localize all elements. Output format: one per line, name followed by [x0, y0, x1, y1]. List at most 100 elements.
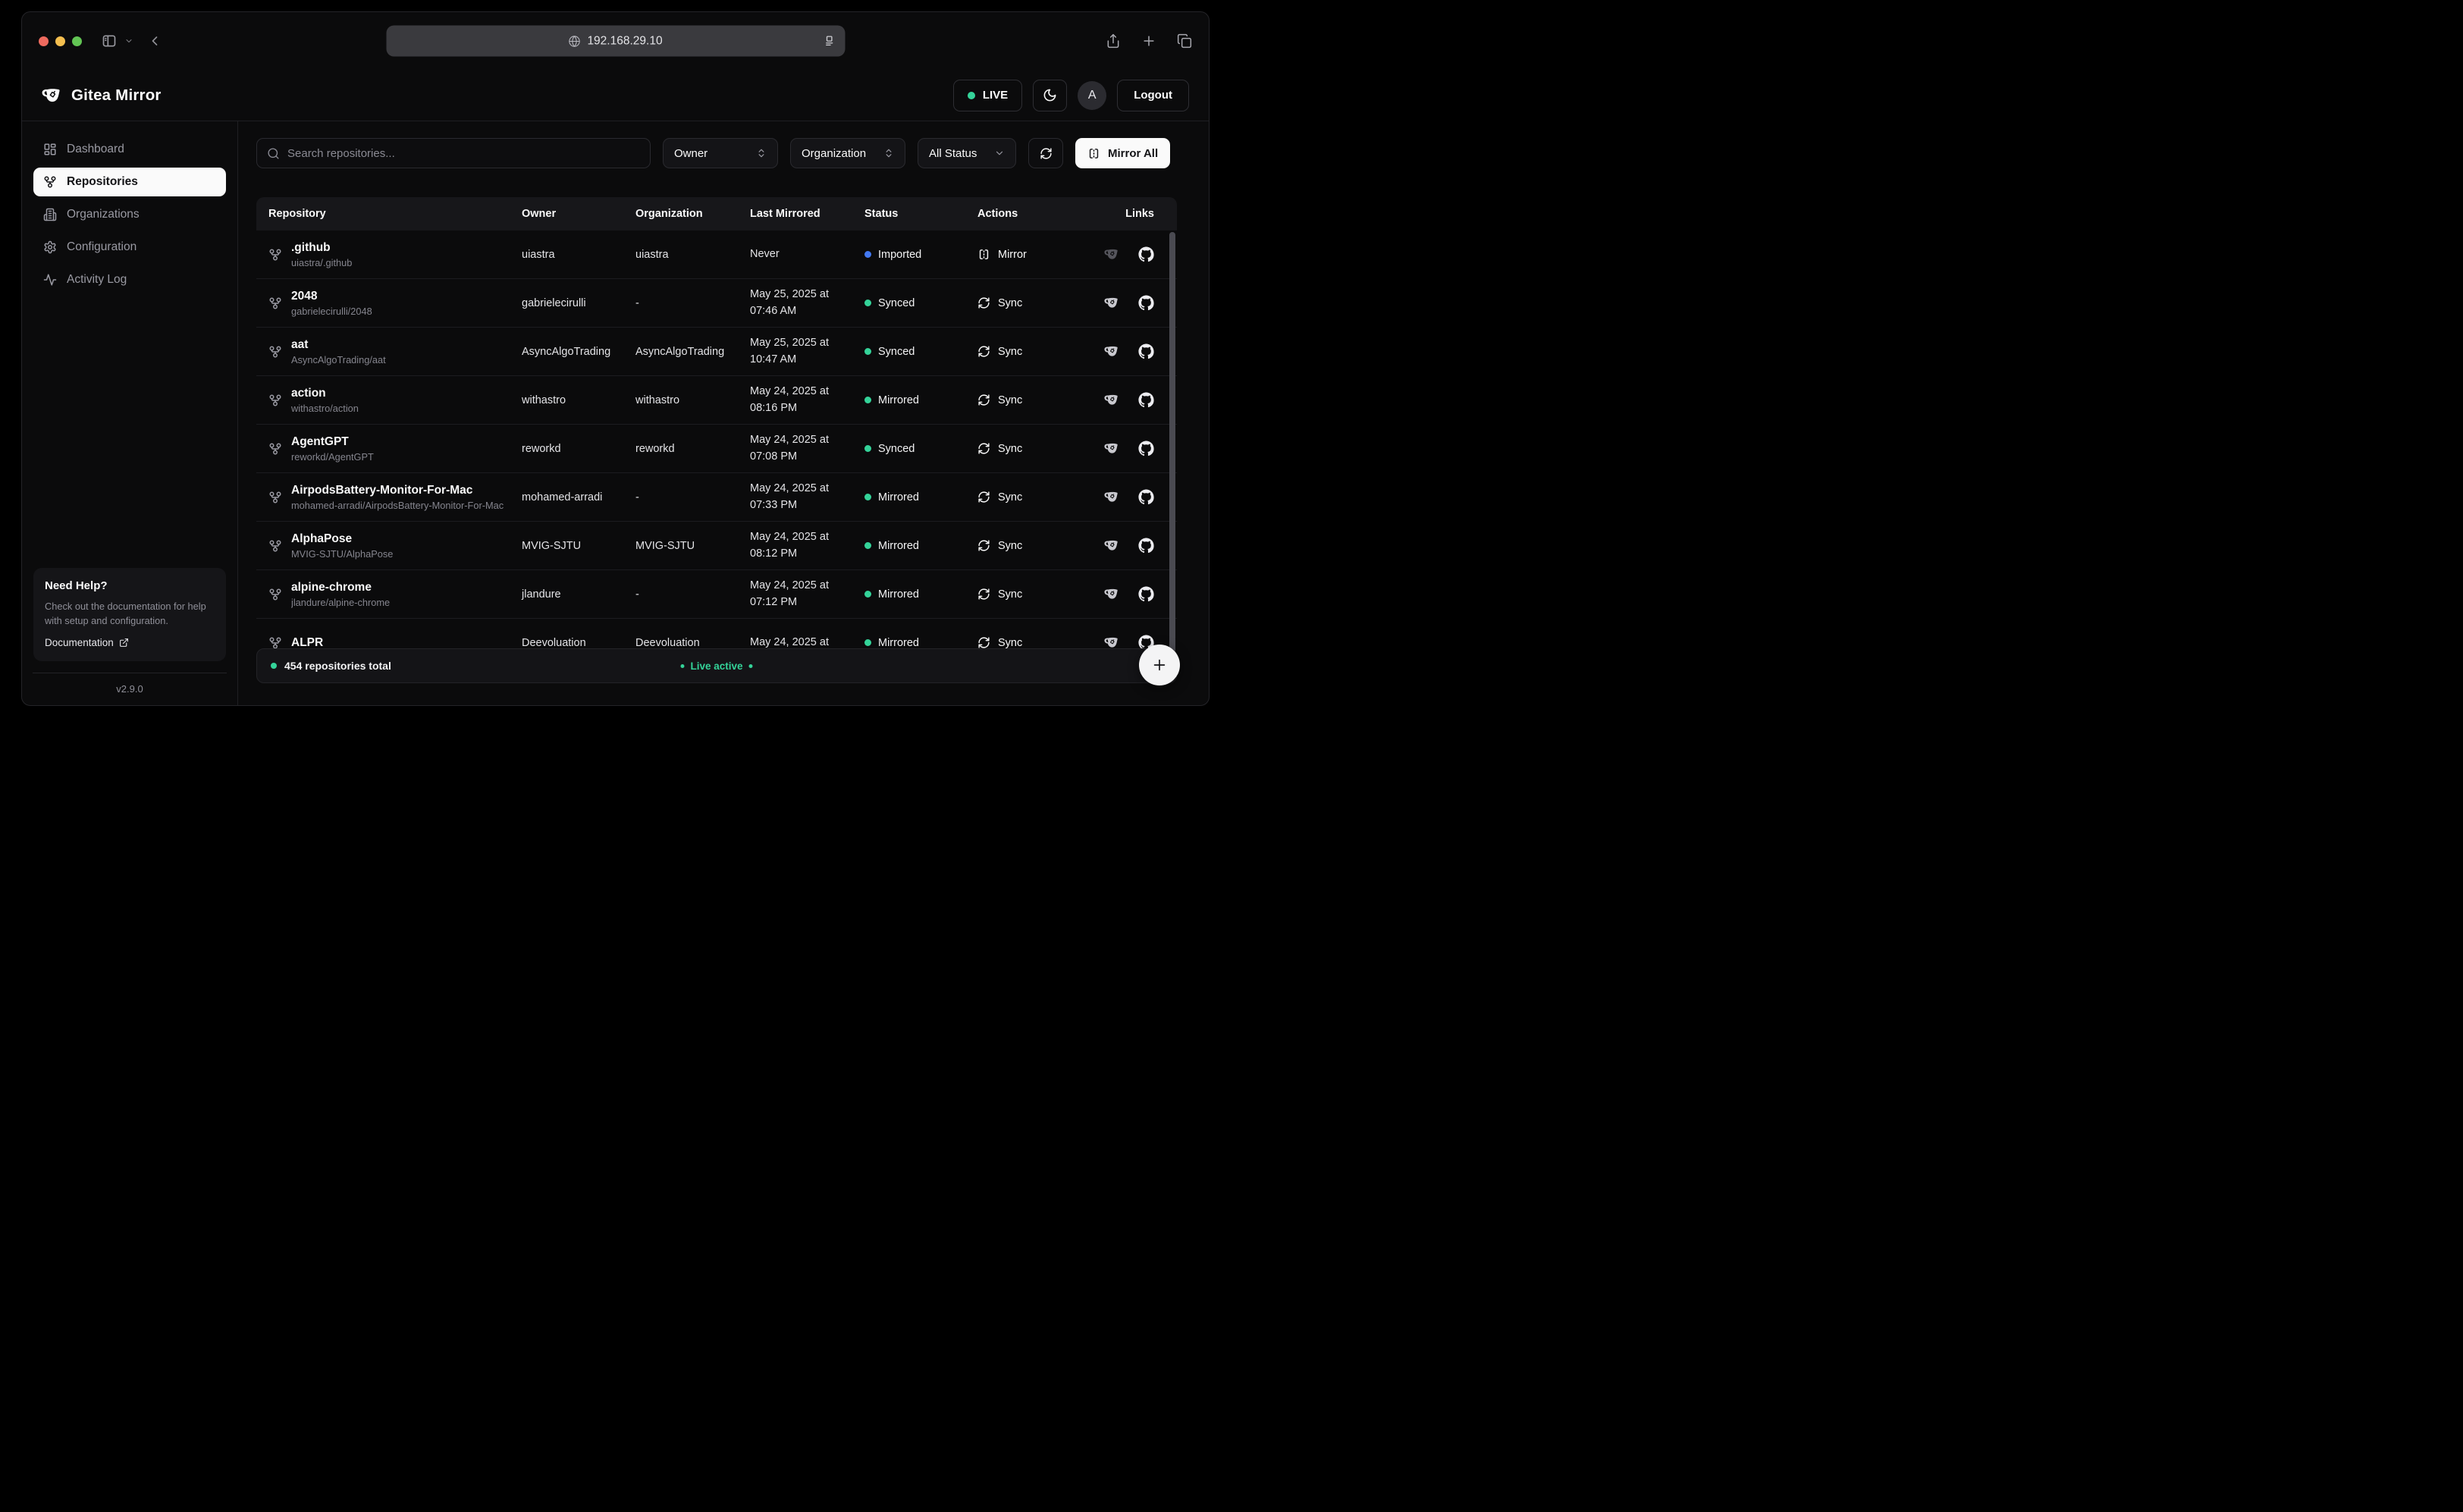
- new-tab-icon[interactable]: [1141, 33, 1156, 49]
- row-action-button[interactable]: Sync: [977, 296, 1091, 309]
- repo-cell[interactable]: alpine-chrome jlandure/alpine-chrome: [256, 581, 522, 608]
- status-dot: [864, 397, 871, 403]
- mirror-all-button[interactable]: Mirror All: [1075, 138, 1170, 168]
- repo-cell[interactable]: aat AsyncAlgoTrading/aat: [256, 338, 522, 365]
- repo-cell[interactable]: ALPR: [256, 636, 522, 650]
- gitea-link-icon[interactable]: [1104, 246, 1120, 262]
- organization-cell: Deevoluation: [635, 637, 750, 649]
- sidebar-item-repositories[interactable]: Repositories: [33, 168, 226, 196]
- table-row: aat AsyncAlgoTrading/aat AsyncAlgoTradin…: [256, 328, 1177, 376]
- column-links: Links: [1091, 208, 1177, 220]
- repo-fork-icon: [268, 296, 282, 310]
- moon-icon: [1043, 88, 1057, 102]
- status-cell: Mirrored: [864, 491, 977, 503]
- status-dot: [864, 251, 871, 258]
- share-icon[interactable]: [1106, 33, 1121, 49]
- gitea-link-icon[interactable]: [1104, 489, 1120, 505]
- chevron-down-icon: [994, 148, 1005, 158]
- github-link-icon[interactable]: [1138, 489, 1154, 505]
- close-window-button[interactable]: [39, 36, 49, 46]
- gitea-link-icon[interactable]: [1104, 295, 1120, 311]
- row-action-button[interactable]: Sync: [977, 345, 1091, 358]
- row-action-button[interactable]: Sync: [977, 394, 1091, 406]
- table-scrollbar[interactable]: [1169, 232, 1175, 655]
- url-bar[interactable]: 192.168.29.10: [386, 26, 845, 57]
- activity-log-icon: [43, 273, 57, 287]
- row-action-button[interactable]: Sync: [977, 636, 1091, 649]
- repo-cell[interactable]: .github uiastra/.github: [256, 241, 522, 268]
- live-status-button[interactable]: LIVE: [953, 80, 1022, 111]
- row-action-button[interactable]: Sync: [977, 539, 1091, 552]
- theme-toggle-button[interactable]: [1033, 80, 1067, 111]
- gitea-link-icon[interactable]: [1104, 586, 1120, 602]
- sync-icon: [977, 345, 990, 358]
- back-icon[interactable]: [147, 33, 162, 49]
- repo-cell[interactable]: action withastro/action: [256, 387, 522, 414]
- refresh-button[interactable]: [1028, 138, 1063, 168]
- table-row: AgentGPT reworkd/AgentGPT reworkd rework…: [256, 425, 1177, 473]
- sidebar-item-dashboard[interactable]: Dashboard: [33, 135, 226, 164]
- status-dot: [864, 494, 871, 500]
- search-box: [256, 138, 651, 168]
- repo-name: .github: [291, 241, 352, 255]
- github-link-icon[interactable]: [1138, 586, 1154, 602]
- tab-overview-icon[interactable]: [1177, 33, 1192, 49]
- zoom-window-button[interactable]: [72, 36, 82, 46]
- github-link-icon[interactable]: [1138, 295, 1154, 311]
- organization-cell: MVIG-SJTU: [635, 540, 750, 552]
- avatar[interactable]: A: [1078, 81, 1106, 110]
- github-link-icon[interactable]: [1138, 343, 1154, 359]
- gitea-link-icon[interactable]: [1104, 343, 1120, 359]
- status-dot: [864, 348, 871, 355]
- column-organization: Organization: [635, 208, 750, 220]
- gitea-link-icon[interactable]: [1104, 441, 1120, 456]
- sidebar-item-configuration[interactable]: Configuration: [33, 233, 226, 262]
- repo-path: MVIG-SJTU/AlphaPose: [291, 548, 393, 560]
- links-cell: [1091, 295, 1177, 311]
- organization-filter-select[interactable]: Organization: [790, 138, 905, 168]
- table-row: AlphaPose MVIG-SJTU/AlphaPose MVIG-SJTU …: [256, 522, 1177, 570]
- main-content: Owner Organization All Status Mirror All: [238, 121, 1209, 706]
- mirror-icon: [1087, 147, 1100, 160]
- status-dot: [864, 542, 871, 549]
- logout-button[interactable]: Logout: [1117, 80, 1189, 111]
- repo-fork-icon: [268, 394, 282, 407]
- repo-cell[interactable]: 2048 gabrielecirulli/2048: [256, 290, 522, 317]
- reader-icon[interactable]: [822, 34, 836, 48]
- sidebar-item-activity-log[interactable]: Activity Log: [33, 265, 226, 294]
- row-action-button[interactable]: Mirror: [977, 248, 1091, 261]
- status-filter-select[interactable]: All Status: [918, 138, 1016, 168]
- repo-cell[interactable]: AlphaPose MVIG-SJTU/AlphaPose: [256, 532, 522, 560]
- github-link-icon[interactable]: [1138, 441, 1154, 456]
- github-link-icon[interactable]: [1138, 392, 1154, 408]
- organization-cell: uiastra: [635, 249, 750, 261]
- row-action-button[interactable]: Sync: [977, 442, 1091, 455]
- organization-cell: withastro: [635, 394, 750, 406]
- add-repository-button[interactable]: [1139, 645, 1180, 685]
- gitea-link-icon[interactable]: [1104, 392, 1120, 408]
- status-cell: Synced: [864, 346, 977, 358]
- app-version: v2.9.0: [33, 683, 226, 695]
- search-input[interactable]: [287, 147, 640, 160]
- links-cell: [1091, 489, 1177, 505]
- repo-path: jlandure/alpine-chrome: [291, 597, 390, 608]
- row-action-button[interactable]: Sync: [977, 491, 1091, 503]
- chevron-down-icon[interactable]: [124, 36, 133, 45]
- github-link-icon[interactable]: [1138, 538, 1154, 554]
- repo-cell[interactable]: AgentGPT reworkd/AgentGPT: [256, 435, 522, 463]
- sidebar-toggle-icon[interactable]: [102, 33, 117, 49]
- gitea-link-icon[interactable]: [1104, 538, 1120, 554]
- github-link-icon[interactable]: [1138, 246, 1154, 262]
- organizations-icon: [43, 208, 57, 221]
- minimize-window-button[interactable]: [55, 36, 65, 46]
- documentation-link[interactable]: Documentation: [45, 637, 215, 648]
- repo-fork-icon: [268, 636, 282, 650]
- owner-filter-select[interactable]: Owner: [663, 138, 778, 168]
- sidebar-item-organizations[interactable]: Organizations: [33, 200, 226, 229]
- row-action-button[interactable]: Sync: [977, 588, 1091, 601]
- dashboard-icon: [43, 143, 57, 156]
- live-dot: [968, 92, 975, 99]
- sync-icon: [977, 442, 990, 455]
- repo-cell[interactable]: AirpodsBattery-Monitor-For-Mac mohamed-a…: [256, 484, 522, 511]
- repo-name: 2048: [291, 290, 372, 303]
